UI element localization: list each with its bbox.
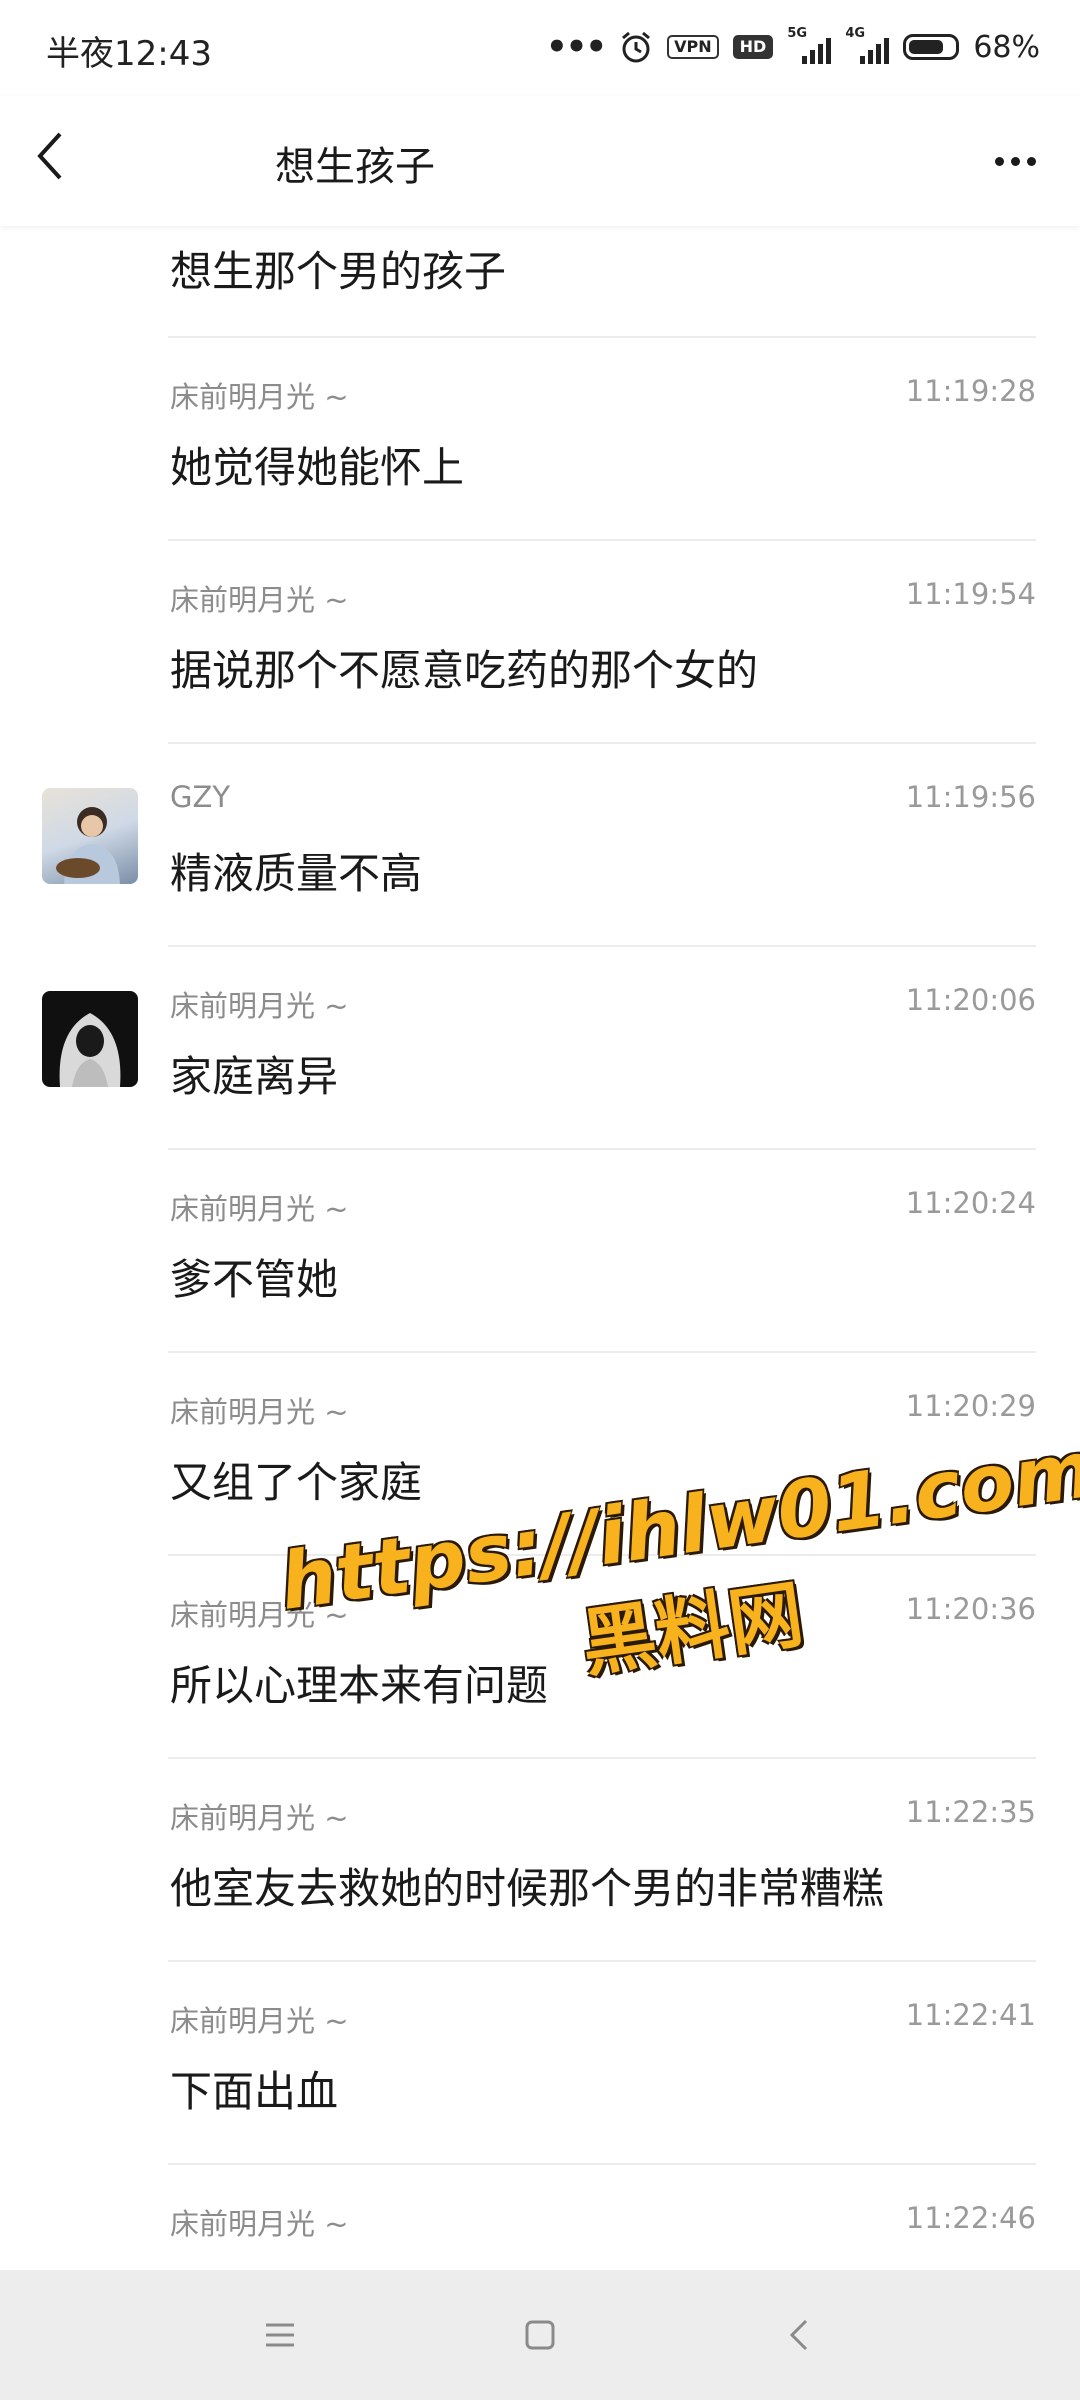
message-item[interactable]: 床前明月光 ~ 11:19:28 她觉得她能怀上: [0, 338, 1080, 541]
message-time: 11:19:56: [905, 780, 1036, 814]
message-text: 精液质量不高: [170, 849, 423, 898]
message-item[interactable]: 床前明月光 ~ 11:20:06 家庭离异: [0, 947, 1080, 1150]
signal-5g-icon: 5G: [787, 26, 832, 64]
message-text: 想生那个男的孩子: [170, 247, 507, 296]
hd-icon: HD: [732, 35, 774, 59]
chevron-left-icon: [37, 132, 62, 180]
sender-name: 床前明月光 ~: [170, 2004, 349, 2038]
sender-name: 床前明月光 ~: [170, 1192, 349, 1226]
alarm-icon: [622, 31, 651, 63]
menu-icon: [266, 2323, 294, 2347]
message-text: 爹不管她: [170, 1255, 339, 1304]
sender-name: 床前明月光 ~: [170, 2207, 349, 2241]
message-time: 11:20:24: [905, 1186, 1036, 1220]
message-time: 11:19:28: [905, 374, 1036, 408]
message-time: 11:22:35: [905, 1795, 1036, 1829]
nav-menu-button[interactable]: [250, 2305, 310, 2365]
message-item[interactable]: 床前明月光 ~ 11:22:35 他室友去救她的时候那个男的非常糟糕: [0, 1759, 1080, 1962]
more-options-button[interactable]: [980, 136, 1050, 186]
back-icon: [789, 2319, 808, 2351]
avatar-hooded-icon: [59, 1013, 121, 1087]
message-item[interactable]: 想生那个男的孩子: [0, 226, 1080, 338]
status-time: 半夜12:43: [46, 34, 212, 74]
sender-name: 床前明月光 ~: [170, 583, 349, 617]
more-dot-icon: [1026, 156, 1036, 166]
message-item[interactable]: 床前明月光 ~ 11:19:54 据说那个不愿意吃药的那个女的: [0, 541, 1080, 744]
page-title: 想生孩子: [275, 144, 435, 190]
sender-name: 床前明月光 ~: [170, 380, 349, 414]
sender-name: 床前明月光 ~: [170, 989, 349, 1023]
home-icon: [525, 2320, 555, 2350]
message-time: 11:22:41: [905, 1998, 1036, 2032]
vpn-icon: VPN: [667, 35, 719, 59]
message-item[interactable]: GZY 11:19:56 精液质量不高: [0, 744, 1080, 947]
message-item[interactable]: 床前明月光 ~ 11:20:24 爹不管她: [0, 1150, 1080, 1353]
status-bar: 半夜12:43 ••• VPN HD 5G 4G 68%: [0, 0, 1080, 96]
nav-back-button[interactable]: [770, 2305, 830, 2365]
avatar[interactable]: [42, 991, 138, 1087]
more-dot-icon: [994, 156, 1004, 166]
message-text: 家庭离异: [170, 1052, 339, 1101]
sender-name: GZY: [170, 780, 231, 814]
avatar[interactable]: [42, 788, 138, 884]
message-text: 据说那个不愿意吃药的那个女的: [170, 646, 759, 695]
message-list[interactable]: 想生那个男的孩子 床前明月光 ~ 11:19:28 她觉得她能怀上 床前明月光 …: [0, 226, 1080, 2368]
battery-percent: 68%: [973, 29, 1040, 65]
battery-icon: [903, 34, 960, 60]
status-icons: ••• VPN HD 5G 4G 68%: [546, 22, 1040, 72]
message-text: 下面出血: [170, 2067, 339, 2116]
sender-name: 床前明月光 ~: [170, 1395, 349, 1429]
message-time: 11:22:46: [905, 2201, 1036, 2235]
message-time: 11:20:06: [905, 983, 1036, 1017]
message-text: 他室友去救她的时候那个男的非常糟糕: [170, 1864, 885, 1913]
system-nav-bar: [0, 2270, 1080, 2400]
message-time: 11:19:54: [905, 577, 1036, 611]
back-button[interactable]: [30, 126, 90, 196]
message-text: 所以心理本来有问题: [170, 1661, 549, 1710]
message-item[interactable]: 床前明月光 ~ 11:20:36 所以心理本来有问题: [0, 1556, 1080, 1759]
signal-4g-icon: 4G: [845, 26, 890, 64]
more-dot-icon: [1010, 156, 1020, 166]
nav-home-button[interactable]: [510, 2305, 570, 2365]
avatar-gzy-icon: [56, 807, 120, 884]
message-text: 又组了个家庭: [170, 1458, 423, 1507]
message-text: 她觉得她能怀上: [170, 443, 465, 492]
message-item[interactable]: 床前明月光 ~ 11:22:41 下面出血: [0, 1962, 1080, 2165]
chat-header: 想生孩子: [0, 96, 1080, 226]
sender-name: 床前明月光 ~: [170, 1801, 349, 1835]
more-notifications-icon: •••: [545, 27, 607, 67]
sender-name: 床前明月光 ~: [170, 1598, 349, 1632]
message-time: 11:20:36: [905, 1592, 1036, 1626]
message-time: 11:20:29: [905, 1389, 1036, 1423]
message-item[interactable]: 床前明月光 ~ 11:20:29 又组了个家庭: [0, 1353, 1080, 1556]
